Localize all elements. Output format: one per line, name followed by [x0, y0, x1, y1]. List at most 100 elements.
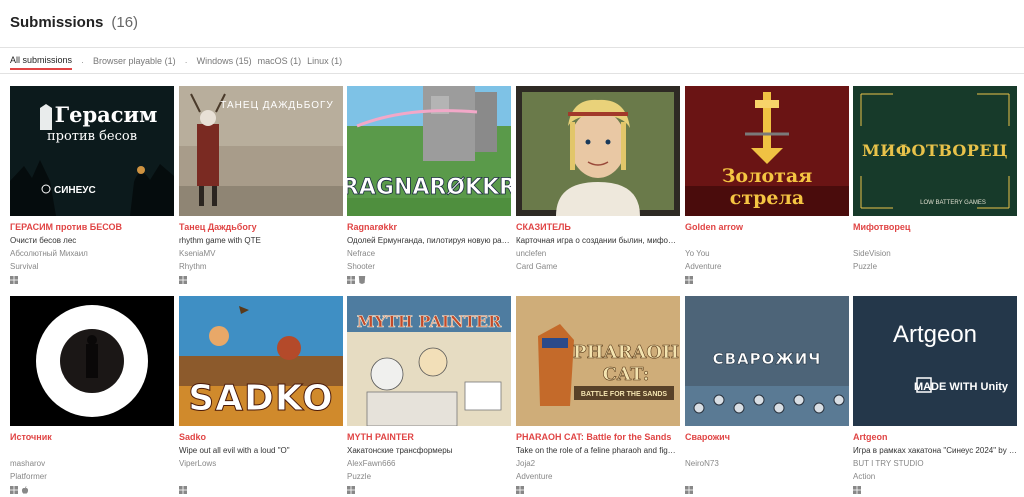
filter-windows[interactable]: Windows (15)	[197, 56, 252, 69]
game-title[interactable]: Ragnarøkkr	[347, 222, 511, 233]
thumb-title-line: CAT:	[603, 364, 650, 385]
game-title[interactable]: Сварожич	[685, 432, 849, 443]
windows-icon	[685, 485, 693, 494]
windows-icon	[179, 275, 187, 284]
game-thumbnail-art: Герасим против бесов СИНЕУС	[10, 86, 174, 216]
apple-icon	[21, 485, 29, 494]
game-author[interactable]: masharov	[10, 459, 174, 469]
game-author[interactable]: SideVision	[853, 249, 1017, 259]
divider	[0, 47, 1024, 48]
windows-icon	[347, 275, 355, 284]
thumb-subtitle: СИНЕУС	[54, 185, 96, 196]
game-thumbnail-art: MYTH PAINTER	[347, 296, 511, 426]
game-author[interactable]: Yo You	[685, 249, 849, 259]
game-author[interactable]: BUT I TRY STUDIO	[853, 459, 1017, 469]
thumb-title-line: RAGNARØKKR	[347, 175, 511, 200]
filter-browser-playable[interactable]: Browser playable (1)	[93, 56, 176, 69]
game-title[interactable]: СКАЗИТЕЛЬ	[516, 222, 680, 233]
game-thumbnail-art: RAGNARØKKR	[347, 86, 511, 216]
game-thumbnail[interactable]: MYTH PAINTER	[347, 296, 511, 426]
game-author[interactable]: ViperLows	[179, 459, 343, 469]
game-thumbnail[interactable]: ТАНЕЦ ДАЖДЬБОГУ	[179, 86, 343, 216]
game-title[interactable]: Танец Даждьбогу	[179, 222, 343, 233]
game-thumbnail-art: Artgeon MADE WITH Unity	[853, 296, 1017, 426]
game-description: Игра в рамках хакатона "Синеус 2024" by …	[853, 446, 1017, 455]
game-card: ТАНЕЦ ДАЖДЬБОГУ Танец Даждьбогу rhythm gam…	[179, 86, 343, 284]
game-title[interactable]: Мифотворец	[853, 222, 1017, 233]
game-author[interactable]: Абсолютный Михаил	[10, 249, 174, 259]
game-author[interactable]: AlexFawn666	[347, 459, 511, 469]
game-thumbnail[interactable]: Artgeon MADE WITH Unity	[853, 296, 1017, 426]
game-genre: Card Game	[516, 262, 558, 271]
game-card: SADKO Sadko Wipe out all evil with a loud …	[179, 296, 343, 494]
windows-icon	[10, 275, 18, 284]
filter-linux[interactable]: Linux (1)	[307, 56, 342, 69]
game-thumbnail[interactable]: PHARAOH CAT: BATTLE FOR THE SANDS	[516, 296, 680, 426]
game-title[interactable]: PHARAOH CAT: Battle for the Sands	[516, 432, 680, 443]
filter-all-submissions[interactable]: All submissions	[10, 55, 73, 70]
filter-macos[interactable]: macOS (1)	[258, 56, 302, 69]
game-thumbnail[interactable]: RAGNARØKKR	[347, 86, 511, 216]
thumb-title-line: Artgeon	[893, 321, 977, 348]
game-author[interactable]: NeiroN73	[685, 459, 849, 469]
game-title[interactable]: Golden arrow	[685, 222, 849, 233]
game-description	[685, 236, 849, 246]
game-description: Карточная игра о создании былин, мифов и…	[516, 236, 680, 245]
game-thumbnail[interactable]	[516, 86, 680, 216]
game-title[interactable]: Artgeon	[853, 432, 1017, 443]
game-thumbnail[interactable]	[10, 296, 174, 426]
thumb-title-line: против бесов	[47, 129, 137, 144]
game-author[interactable]: unclefen	[516, 249, 680, 259]
game-card: MYTH PAINTER MYTH PAINTER Хакатонские тран…	[347, 296, 511, 494]
thumb-title-line: СВАРОЖИЧ	[713, 350, 822, 368]
thumb-subtitle: LOW BATTERY GAMES	[920, 200, 986, 206]
game-thumbnail-art: МИФОТВОРЕЦ LOW BATTERY GAMES	[853, 86, 1017, 216]
platform-icons	[516, 275, 680, 284]
game-thumbnail[interactable]: SADKO	[179, 296, 343, 426]
game-thumbnail[interactable]: СВАРОЖИЧ	[685, 296, 849, 426]
game-genre	[179, 472, 343, 482]
thumb-title-line: МИФОТВОРЕЦ	[862, 141, 1008, 160]
game-author[interactable]: Nefrace	[347, 249, 511, 259]
thumb-title-line: Золотая	[722, 165, 813, 187]
game-card: МИФОТВОРЕЦ LOW BATTERY GAMES Мифотворец Sid…	[853, 86, 1017, 284]
game-card: RAGNARØKKR Ragnarøkkr Одолей Ермунганда, п…	[347, 86, 511, 284]
game-card: СВАРОЖИЧ Сварожич NeiroN73	[685, 296, 849, 494]
game-title[interactable]: Sadko	[179, 432, 343, 443]
game-genre: Adventure	[516, 472, 553, 481]
submission-count: (16)	[111, 14, 139, 31]
game-title[interactable]: MYTH PAINTER	[347, 432, 511, 443]
game-author[interactable]: KseniaMV	[179, 249, 343, 259]
game-description: Wipe out all evil with a loud "O"	[179, 446, 290, 455]
game-card: СКАЗИТЕЛЬ Карточная игра о создании былин…	[516, 86, 680, 284]
game-description: Take on the role of a feline pharaoh and…	[516, 446, 680, 455]
game-author[interactable]: Joja2	[516, 459, 680, 469]
platform-icons	[853, 485, 1017, 494]
platform-icons	[179, 275, 343, 284]
game-title[interactable]: ГЕРАСИМ против БЕСОВ	[10, 222, 174, 233]
game-thumbnail-art: PHARAOHCAT: BATTLE FOR THE SANDS	[516, 296, 680, 426]
platform-icons	[516, 485, 680, 494]
game-card: PHARAOH CAT: BATTLE FOR THE SANDS PHARAOH C…	[516, 296, 680, 494]
thumb-subtitle: MADE WITH Unity	[914, 381, 1009, 393]
game-genre: Rhythm	[179, 262, 207, 271]
platform-icons	[685, 275, 849, 284]
windows-icon	[347, 485, 355, 494]
game-thumbnail-art: Золотаястрела	[685, 86, 849, 216]
game-description: Очисти бесов лес	[10, 236, 77, 245]
windows-icon	[853, 485, 861, 494]
game-thumbnail-art	[516, 86, 680, 216]
windows-icon	[516, 485, 524, 494]
game-description	[853, 236, 1017, 246]
game-thumbnail[interactable]: Золотая стрела	[685, 86, 849, 216]
game-description	[685, 446, 849, 456]
thumb-title-line: ТАНЕЦ ДАЖДЬБОГУ	[220, 100, 334, 111]
platform-icons	[347, 275, 511, 284]
thumb-title-line: стрела	[730, 187, 804, 209]
platform-icons	[179, 485, 343, 494]
game-title[interactable]: Источник	[10, 432, 174, 443]
game-thumbnail-art: SADKO	[179, 296, 343, 426]
game-thumbnail[interactable]: МИФОТВОРЕЦ LOW BATTERY GAMES	[853, 86, 1017, 216]
game-genre: Puzzle	[347, 472, 372, 481]
game-thumbnail[interactable]: Герасим против бесов СИНЕУС	[10, 86, 174, 216]
